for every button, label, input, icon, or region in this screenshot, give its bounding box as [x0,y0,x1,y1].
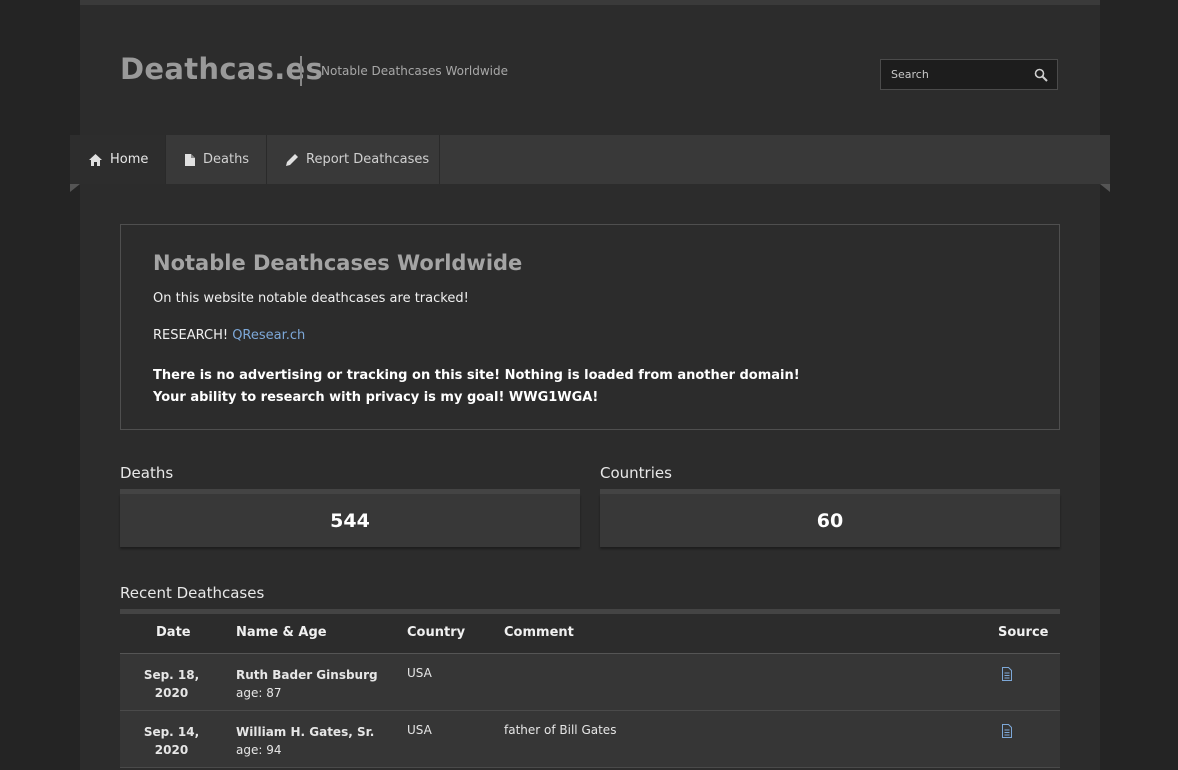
nav-item-report[interactable]: Report Deathcases [267,135,440,184]
date-line: Sep. 18, [143,668,200,682]
person-name[interactable]: Ruth Bader Ginsburg [236,666,378,684]
privacy-line-2: Your ability to research with privacy is… [153,390,599,405]
site-tagline: Notable Deathcases Worldwide [321,64,509,78]
date-line: Sep. 14, [143,725,200,739]
privacy-line-1: There is no advertising or tracking on t… [153,368,800,383]
person-age: age: 87 [236,686,282,700]
nav-item-label: Report Deathcases [306,152,430,167]
intro-text: On this website notable deathcases are t… [153,291,469,306]
col-name: Name & Age [236,625,327,640]
row-name: William H. Gates, Sr. age: 94 [236,723,374,759]
source-document-icon[interactable] [1000,667,1014,681]
countries-stat-title: Countries [600,464,672,482]
recent-table: Date Name & Age Country Comment Source S… [120,614,1060,768]
home-icon [89,153,102,166]
row-comment: father of Bill Gates [504,723,617,737]
research-line: RESEARCH! QResear.ch [153,328,305,343]
table-row: Sep. 14, 2020 William H. Gates, Sr. age:… [120,711,1060,768]
col-source: Source [998,625,1049,640]
logo-divider [300,56,302,86]
source-document-icon[interactable] [1000,724,1014,738]
nav-fold-right [1100,184,1110,192]
col-country: Country [407,625,466,640]
recent-title: Recent Deathcases [120,584,265,602]
intro-title: Notable Deathcases Worldwide [153,251,523,275]
document-icon [185,153,195,166]
search-input[interactable] [881,60,1047,89]
nav-item-label: Deaths [203,152,250,167]
col-date: Date [156,625,191,640]
privacy-note: There is no advertising or tracking on t… [153,365,800,409]
nav-fold-left [70,184,80,192]
search-icon[interactable] [1034,68,1048,82]
table-header: Date Name & Age Country Comment Source [120,614,1060,654]
research-link[interactable]: QResear.ch [232,328,305,343]
countries-count: 60 [600,494,1060,547]
row-name: Ruth Bader Ginsburg age: 87 [236,666,378,702]
main-nav: Home Deaths Report Deathcases [70,135,1110,184]
intro-panel: Notable Deathcases Worldwide On this web… [120,224,1060,430]
row-date: Sep. 14, 2020 [120,723,223,759]
research-prefix: RESEARCH! [153,328,229,343]
row-country: USA [407,666,432,680]
date-year: 2020 [154,743,189,757]
row-date: Sep. 18, 2020 [120,666,223,702]
search-box [880,59,1058,90]
col-comment: Comment [504,625,574,640]
site-logo[interactable]: Deathcas.es [120,52,323,86]
top-line [80,0,1100,5]
nav-item-deaths[interactable]: Deaths [166,135,267,184]
nav-item-home[interactable]: Home [70,135,166,184]
table-row: Sep. 18, 2020 Ruth Bader Ginsburg age: 8… [120,654,1060,711]
nav-item-label: Home [110,152,149,167]
deaths-stat-title: Deaths [120,464,174,482]
pencil-icon [286,153,298,166]
date-year: 2020 [154,686,189,700]
person-age: age: 94 [236,743,282,757]
person-name[interactable]: William H. Gates, Sr. [236,723,374,741]
row-country: USA [407,723,432,737]
deaths-count: 544 [120,494,580,547]
